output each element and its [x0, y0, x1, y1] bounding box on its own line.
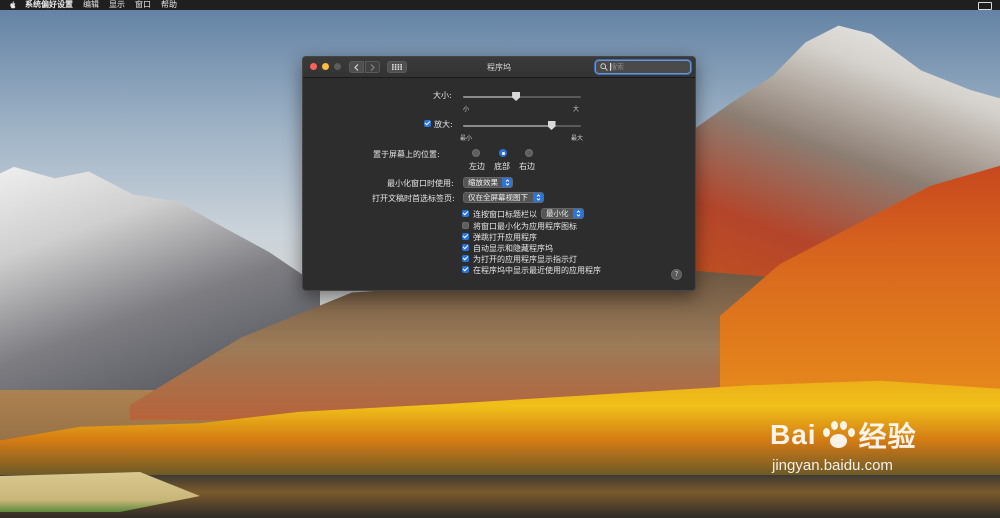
menu-help[interactable]: 帮助 [161, 0, 177, 10]
text-caret [610, 63, 611, 71]
baidu-watermark: Bai 经验 jingyan.baidu.com [770, 415, 917, 474]
position-right-label: 右边 [519, 162, 535, 171]
dock-settings-panel: 大小: 小 大 放大: 最小 最大 置于屏幕上的位置: 左边 底部 右边 最小化… [303, 78, 695, 290]
size-min-label: 小 [463, 106, 470, 113]
tabs-pref-label: 打开文稿时首选标签页: [372, 194, 455, 203]
minimize-into-app-label: 将窗口最小化为应用程序图标 [473, 222, 577, 231]
magnify-max-label: 最大 [571, 135, 584, 142]
help-button[interactable]: ? [671, 269, 682, 280]
size-slider[interactable] [463, 92, 581, 101]
animate-opening-label: 弹跳打开应用程序 [473, 233, 537, 242]
position-bottom-label: 底部 [494, 162, 510, 171]
menu-app-name[interactable]: 系统偏好设置 [25, 0, 73, 10]
show-recent-apps-checkbox[interactable] [462, 266, 469, 273]
minimize-effect-select[interactable]: 缩放效果 [463, 177, 513, 188]
position-label: 置于屏幕上的位置: [373, 150, 440, 159]
menubar-status-icon[interactable] [978, 2, 992, 10]
double-click-action-value: 最小化 [546, 209, 569, 218]
menu-edit[interactable]: 编辑 [83, 0, 99, 10]
magnify-slider[interactable] [463, 121, 581, 130]
size-slider-thumb[interactable] [512, 92, 521, 101]
show-indicators-label: 为打开的应用程序显示指示灯 [473, 255, 577, 264]
size-label: 大小: [433, 91, 452, 100]
position-left-radio[interactable] [472, 149, 480, 157]
size-max-label: 大 [573, 106, 580, 113]
minimize-into-app-checkbox[interactable] [462, 222, 469, 229]
autohide-dock-label: 自动显示和隐藏程序坞 [473, 244, 553, 253]
search-input[interactable] [610, 62, 680, 72]
position-left-label: 左边 [469, 162, 485, 171]
double-click-titlebar-checkbox[interactable] [462, 210, 469, 217]
updown-chevron-icon [573, 209, 583, 218]
autohide-dock-checkbox[interactable] [462, 244, 469, 251]
animate-opening-checkbox[interactable] [462, 233, 469, 240]
window-titlebar[interactable]: 程序坞 [303, 57, 695, 78]
apple-icon[interactable] [9, 1, 17, 9]
minimize-effect-label: 最小化窗口时使用: [387, 179, 454, 188]
show-recent-apps-label: 在程序坞中显示最近使用的应用程序 [473, 266, 601, 275]
double-click-action-select[interactable]: 最小化 [541, 208, 584, 219]
minimize-effect-value: 缩放效果 [468, 178, 498, 187]
paw-icon [821, 420, 855, 450]
magnify-slider-thumb[interactable] [547, 121, 556, 130]
magnify-checkbox[interactable] [424, 120, 431, 127]
magnify-label: 放大: [434, 120, 453, 129]
tabs-pref-value: 仅在全屏幕视图下 [468, 193, 528, 202]
double-click-titlebar-label: 连按窗口标题栏以 [473, 210, 537, 219]
watermark-url: jingyan.baidu.com [772, 457, 893, 474]
baidu-logo: Bai 经验 [770, 419, 917, 452]
menu-window[interactable]: 窗口 [135, 0, 151, 10]
search-icon [600, 63, 608, 71]
search-field[interactable] [595, 60, 691, 74]
updown-chevron-icon [502, 178, 512, 187]
magnify-slider-fill [463, 125, 552, 127]
menu-bar: 系统偏好设置 编辑 显示 窗口 帮助 [0, 0, 1000, 10]
position-bottom-radio[interactable] [499, 149, 507, 157]
magnify-min-label: 最小 [460, 135, 473, 142]
dock-preferences-window: 程序坞 大小: 小 大 放大: 最小 最大 置于屏幕上的位置: [302, 56, 696, 291]
position-right-radio[interactable] [525, 149, 533, 157]
tabs-pref-select[interactable]: 仅在全屏幕视图下 [463, 192, 544, 203]
updown-chevron-icon [533, 193, 543, 202]
show-indicators-checkbox[interactable] [462, 255, 469, 262]
menu-view[interactable]: 显示 [109, 0, 125, 10]
size-slider-fill [463, 96, 517, 98]
